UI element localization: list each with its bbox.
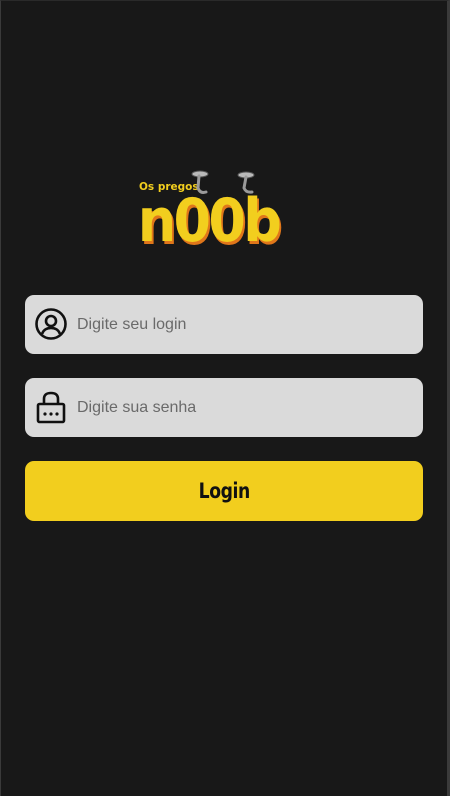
login-field[interactable] [25,295,423,354]
login-button-label: Login [198,479,250,503]
lock-icon [34,390,68,424]
password-field[interactable] [25,378,423,437]
logo-brand-text: n00b [138,186,280,250]
brand-logo: Os pregos n00b n00b [136,166,316,250]
login-input[interactable] [77,295,415,354]
user-circle-icon [34,307,68,341]
login-button[interactable]: Login [25,461,423,521]
password-input[interactable] [77,378,415,437]
